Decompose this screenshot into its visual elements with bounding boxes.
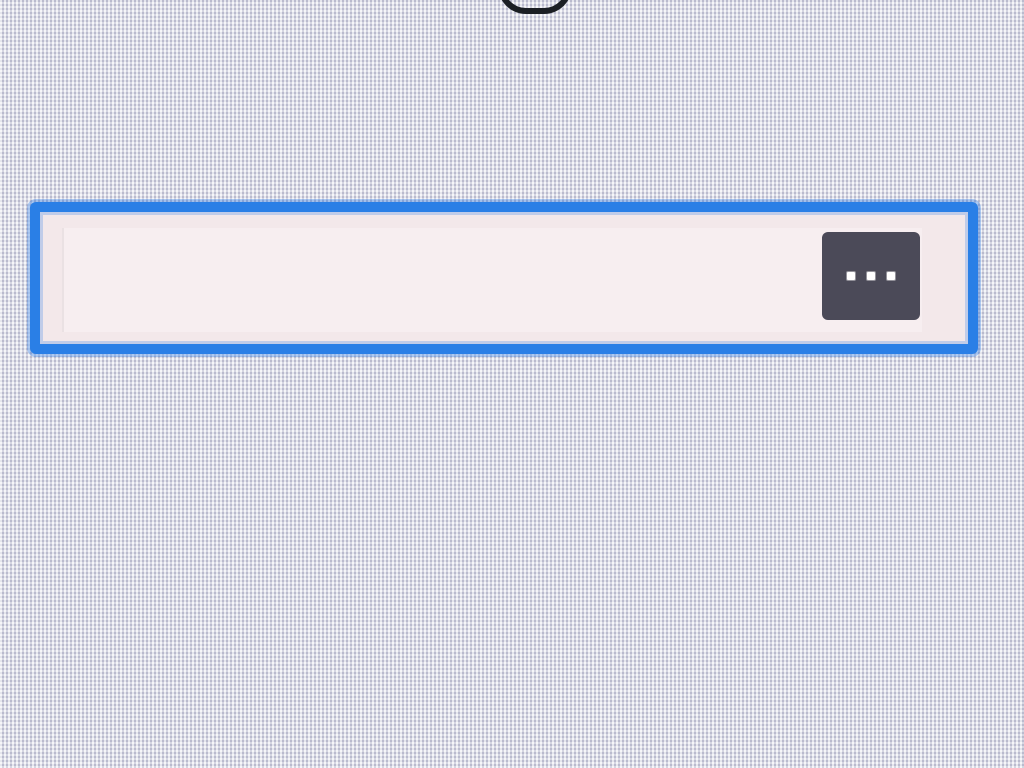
search-field-focus-ring	[30, 202, 978, 354]
top-glyph-fragment-icon	[498, 0, 572, 14]
more-icon	[887, 272, 895, 280]
search-input[interactable]	[62, 228, 922, 332]
more-icon	[867, 272, 875, 280]
more-icon	[847, 272, 855, 280]
more-options-button[interactable]	[822, 232, 920, 320]
